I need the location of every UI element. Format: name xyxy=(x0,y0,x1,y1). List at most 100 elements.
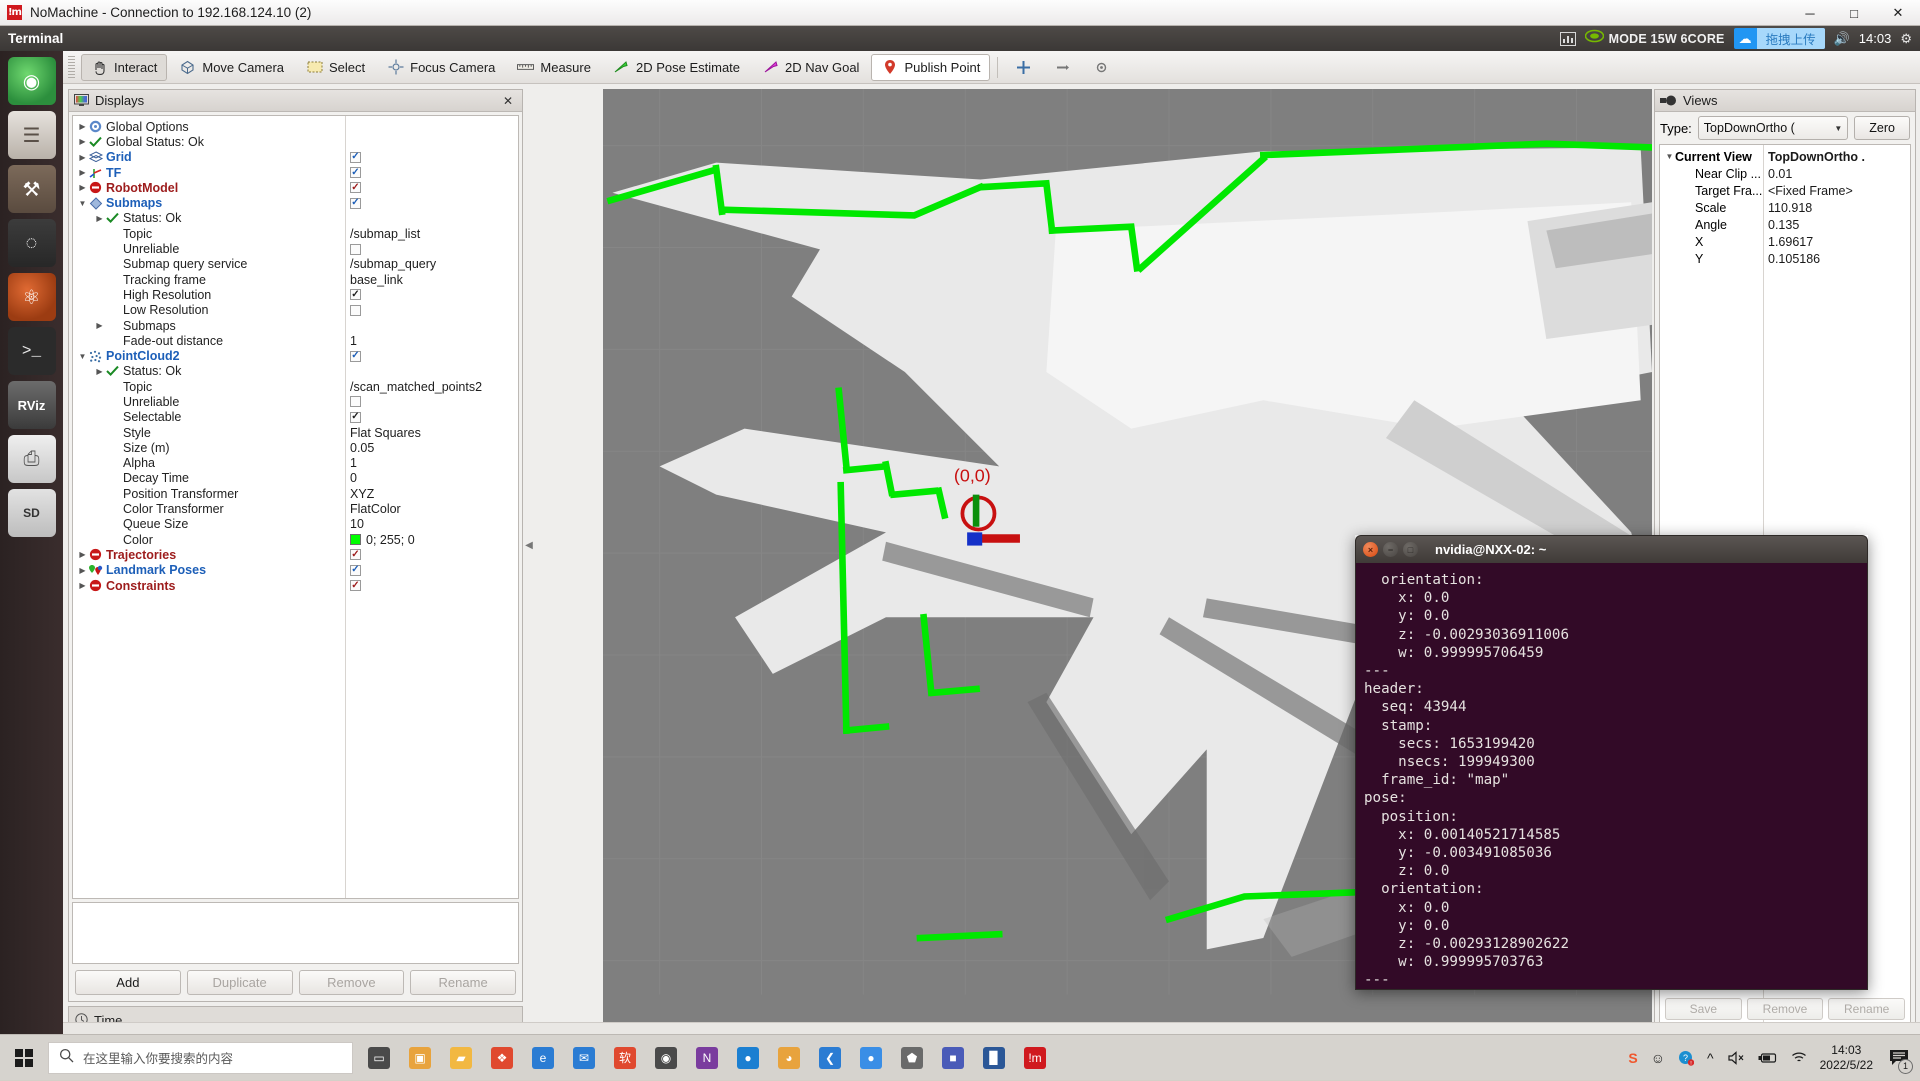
nomachine-tray-icon[interactable] xyxy=(1560,32,1576,46)
display-tree-row[interactable]: ▶Constraints✓ xyxy=(73,578,518,593)
launcher-item-firefox[interactable]: ◉ xyxy=(8,57,56,105)
display-tree-row-value[interactable]: Flat Squares xyxy=(350,426,421,440)
remove-tool-button[interactable] xyxy=(1044,54,1081,81)
display-tree-row-value[interactable]: 1 xyxy=(350,334,357,348)
display-enabled-checkbox[interactable]: ✓ xyxy=(350,351,361,362)
display-tree-row[interactable]: ▼Submaps✓ xyxy=(73,195,518,210)
horizontal-scrollbar[interactable] xyxy=(63,1022,1920,1034)
display-tree-row[interactable]: ▶Landmark Poses✓ xyxy=(73,563,518,578)
display-tree-row[interactable]: Color TransformerFlatColor xyxy=(73,501,518,516)
display-tree-row[interactable]: ▶Global Options xyxy=(73,119,518,134)
zero-button[interactable]: Zero xyxy=(1854,116,1910,140)
display-tree-row[interactable]: ▼PointCloud2✓ xyxy=(73,348,518,363)
tool-properties-button[interactable] xyxy=(1083,54,1120,81)
duplicate-button[interactable]: Duplicate xyxy=(187,970,293,995)
session-menu-icon[interactable]: ⚙ xyxy=(1900,31,1912,47)
help-icon[interactable]: ?! xyxy=(1678,1050,1694,1066)
display-tree-row-value[interactable] xyxy=(350,396,361,407)
terminal-close-icon[interactable]: × xyxy=(1363,542,1378,557)
display-tree-row[interactable]: Tracking framebase_link xyxy=(73,272,518,287)
display-enabled-checkbox[interactable]: ✓ xyxy=(350,580,361,591)
display-tree-row[interactable]: StyleFlat Squares xyxy=(73,425,518,440)
start-button[interactable] xyxy=(0,1035,48,1081)
display-tree-row[interactable]: ▶Global Status: Ok xyxy=(73,134,518,149)
rename-button[interactable]: Rename xyxy=(410,970,516,995)
chevron-right-icon[interactable]: ▶ xyxy=(77,122,88,131)
tool-2d-nav-goal[interactable]: 2D Nav Goal xyxy=(752,54,869,81)
display-enabled-checkbox[interactable]: ✓ xyxy=(350,167,361,178)
display-tree-row[interactable]: Size (m)0.05 xyxy=(73,440,518,455)
taskbar-app-explorer[interactable]: ▰ xyxy=(441,1038,481,1078)
taskbar-clock[interactable]: 14:03 2022/5/22 xyxy=(1820,1043,1873,1073)
chevron-right-icon[interactable]: ▶ xyxy=(94,214,105,223)
close-icon[interactable]: ✕ xyxy=(499,94,517,108)
chevron-right-icon[interactable]: ▶ xyxy=(77,153,88,162)
show-hidden-icons-icon[interactable]: ^ xyxy=(1707,1050,1714,1066)
chevron-right-icon[interactable]: ▶ xyxy=(77,566,88,575)
display-tree-row-value[interactable]: 10 xyxy=(350,517,364,531)
minimize-button[interactable]: ─ xyxy=(1788,0,1832,26)
display-enabled-checkbox[interactable]: ✓ xyxy=(350,549,361,560)
views-row-value[interactable]: 0.01 xyxy=(1768,167,1792,181)
launcher-item-loading[interactable]: ◌ xyxy=(8,219,56,267)
views-tree-row[interactable]: Y0.105186 xyxy=(1660,250,1910,267)
views-tree-row[interactable]: Near Clip ...0.01 xyxy=(1660,165,1910,182)
taskbar-app-task-view[interactable]: ▭ xyxy=(359,1038,399,1078)
display-tree-row-value[interactable]: 1 xyxy=(350,456,357,470)
display-tree-row[interactable]: Position TransformerXYZ xyxy=(73,486,518,501)
taskbar-app-chrome[interactable]: ● xyxy=(851,1038,891,1078)
launcher-item-rviz[interactable]: RViz xyxy=(8,381,56,429)
chevron-right-icon[interactable]: ▶ xyxy=(77,183,88,192)
display-tree-row[interactable]: ▶TF✓ xyxy=(73,165,518,180)
taskbar-app-word[interactable]: ▉ xyxy=(974,1038,1014,1078)
display-tree-row-value[interactable]: 0 xyxy=(350,471,357,485)
display-tree-row[interactable]: Decay Time0 xyxy=(73,471,518,486)
display-tree-row[interactable]: Selectable✓ xyxy=(73,410,518,425)
chevron-down-icon[interactable]: ▼ xyxy=(77,352,88,361)
display-tree-row[interactable]: Fade-out distance1 xyxy=(73,333,518,348)
taskbar-app-nomachine[interactable]: !m xyxy=(1015,1038,1055,1078)
tool-interact[interactable]: Interact xyxy=(81,54,167,81)
taskbar-app-vscode[interactable]: ❮ xyxy=(810,1038,850,1078)
display-tree-row-value[interactable]: 0.05 xyxy=(350,441,374,455)
terminal-maximize-icon[interactable]: □ xyxy=(1403,542,1418,557)
toolbar-gripper[interactable] xyxy=(68,56,75,78)
display-tree-row-value[interactable]: FlatColor xyxy=(350,502,401,516)
views-tree-row[interactable]: Target Fra...<Fixed Frame> xyxy=(1660,182,1910,199)
display-tree-row-value[interactable]: ✓ xyxy=(350,289,361,300)
wifi-icon[interactable] xyxy=(1791,1051,1807,1064)
taskbar-app-teamviewer[interactable]: ● xyxy=(728,1038,768,1078)
display-tree-row[interactable]: ▶Status: Ok xyxy=(73,364,518,379)
display-tree-row[interactable]: Alpha1 xyxy=(73,456,518,471)
display-tree-row-value[interactable]: ✓ xyxy=(350,167,361,178)
tool-measure[interactable]: Measure xyxy=(507,54,601,81)
display-tree-row-value[interactable]: /submap_query xyxy=(350,257,436,271)
display-tree-row[interactable]: Low Resolution xyxy=(73,303,518,318)
views-row-value[interactable]: 110.918 xyxy=(1768,201,1812,215)
taskbar-app-mail[interactable]: ✉ xyxy=(564,1038,604,1078)
dock-splitter-handle[interactable]: ◀ xyxy=(524,89,534,1002)
taskbar-app-onenote[interactable]: N xyxy=(687,1038,727,1078)
active-app-name[interactable]: Terminal xyxy=(8,31,63,46)
chevron-right-icon[interactable]: ▶ xyxy=(77,168,88,177)
nvidia-power-mode[interactable]: MODE 15W 6CORE xyxy=(1585,29,1725,48)
launcher-item-tools[interactable]: ⚒ xyxy=(8,165,56,213)
sogou-icon[interactable]: S xyxy=(1628,1050,1637,1066)
taskbar-app-camera[interactable]: ◉ xyxy=(646,1038,686,1078)
views-row-value[interactable]: 0.105186 xyxy=(1768,252,1820,266)
views-tree-row[interactable]: Scale110.918 xyxy=(1660,199,1910,216)
display-enabled-checkbox[interactable]: ✓ xyxy=(350,152,361,163)
views-row-value[interactable]: 0.135 xyxy=(1768,218,1799,232)
views-row-value[interactable]: TopDownOrtho . xyxy=(1768,150,1865,164)
display-tree-row-value[interactable]: /submap_list xyxy=(350,227,420,241)
display-enabled-checkbox[interactable]: ✓ xyxy=(350,198,361,209)
display-tree-row-value[interactable] xyxy=(350,244,361,255)
tool-move-camera[interactable]: Move Camera xyxy=(169,54,294,81)
taskbar-app-putty[interactable]: ⬟ xyxy=(892,1038,932,1078)
tool-select[interactable]: Select xyxy=(296,54,375,81)
close-button[interactable]: ✕ xyxy=(1876,0,1920,26)
remove-view-button[interactable]: Remove xyxy=(1747,998,1824,1020)
chevron-right-icon[interactable]: ▶ xyxy=(77,137,88,146)
display-tree-row[interactable]: Topic/scan_matched_points2 xyxy=(73,379,518,394)
chevron-down-icon[interactable]: ▼ xyxy=(77,199,88,208)
